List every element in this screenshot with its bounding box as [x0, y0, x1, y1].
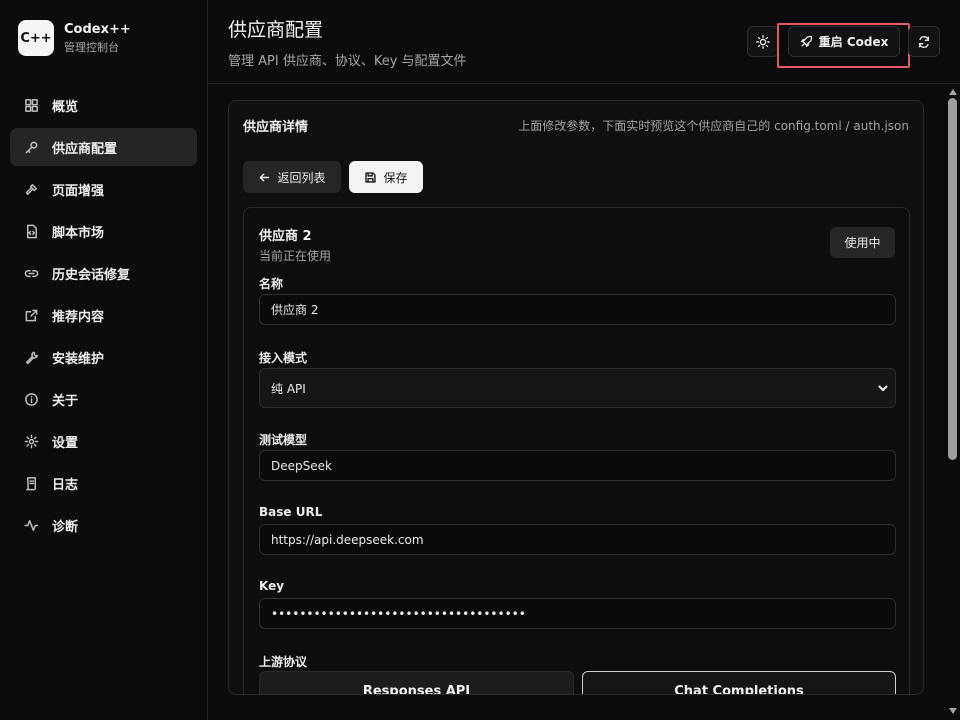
rocket-icon	[800, 35, 812, 48]
provider-title: 供应商 2	[259, 229, 312, 244]
file-code-icon	[27, 224, 37, 238]
provider-subtitle: 当前正在使用	[259, 249, 332, 263]
sidebar-item-overview[interactable]: 概览	[10, 86, 197, 124]
sidebar-nav: 概览 供应商配置 页面增强 脚本市场 历史会话修复 推荐内容 安装维护 关于 设…	[10, 86, 197, 548]
save-button[interactable]: 保存	[349, 161, 423, 193]
hammer-icon	[25, 183, 37, 195]
sidebar-item-page-enhance[interactable]: 页面增强	[10, 170, 197, 208]
sidebar-item-diagnostics[interactable]: 诊断	[10, 506, 197, 544]
wrench-icon	[25, 351, 39, 364]
sidebar-item-history-repair[interactable]: 历史会话修复	[10, 254, 197, 292]
sidebar-item-label: 历史会话修复	[52, 267, 131, 283]
test-model-input[interactable]: DeepSeek	[259, 450, 896, 481]
save-label: 保存	[383, 170, 408, 185]
sidebar-item-logs[interactable]: 日志	[10, 464, 197, 502]
gear-icon	[24, 434, 39, 448]
scroll-down-arrow[interactable]	[949, 708, 957, 714]
main-content: 供应商详情 上面修改参数，下面实时预览这个供应商自己的 config.toml …	[208, 84, 960, 720]
sidebar-item-about[interactable]: 关于	[10, 380, 197, 418]
restart-codex-label: 重启 Codex	[818, 35, 889, 49]
arrow-left-icon	[260, 173, 270, 181]
back-to-list-label: 返回列表	[277, 170, 326, 185]
protocol-label: 上游协议	[259, 655, 308, 669]
panel-title: 供应商详情	[243, 120, 309, 135]
external-link-icon	[25, 309, 38, 321]
provider-card: 供应商 2 当前正在使用 使用中 名称 供应商 2 接入模式 纯 API 测试模…	[243, 207, 910, 694]
sidebar-item-label: 设置	[52, 435, 79, 451]
sidebar-item-label: 脚本市场	[52, 225, 105, 241]
restart-codex-button[interactable]: 重启 Codex	[788, 26, 900, 57]
provider-detail-panel: 供应商详情 上面修改参数，下面实时预览这个供应商自己的 config.toml …	[228, 100, 924, 695]
page-title: 供应商配置	[228, 19, 324, 41]
sidebar-item-label: 安装维护	[52, 351, 105, 367]
panel-hint: 上面修改参数，下面实时预览这个供应商自己的 config.toml / auth…	[518, 119, 909, 133]
sidebar-item-settings[interactable]: 设置	[10, 422, 197, 460]
sidebar-item-recommended[interactable]: 推荐内容	[10, 296, 197, 334]
info-icon	[25, 392, 38, 406]
page-header: 供应商配置 管理 API 供应商、协议、Key 与配置文件 重启 Codex	[208, 0, 960, 84]
link-icon	[24, 269, 39, 277]
mode-select[interactable]: 纯 API	[259, 368, 896, 408]
key-icon	[25, 141, 38, 153]
scrollbar[interactable]	[946, 84, 960, 720]
theme-toggle-button[interactable]	[747, 26, 779, 57]
mode-select-value: 纯 API	[271, 381, 306, 396]
scroll-up-arrow[interactable]	[949, 89, 957, 95]
base-url-label: Base URL	[259, 505, 323, 519]
app-logo: C++	[18, 20, 54, 56]
sidebar-item-label: 诊断	[52, 519, 79, 535]
save-icon	[365, 171, 377, 183]
back-to-list-button[interactable]: 返回列表	[243, 161, 341, 193]
sidebar-item-label: 供应商配置	[52, 141, 118, 157]
brand: C++ Codex++ 管理控制台	[18, 20, 131, 56]
responses-api-button[interactable]: Responses API	[259, 671, 574, 694]
scroll-icon	[26, 476, 36, 490]
name-input[interactable]: 供应商 2	[259, 294, 896, 325]
activity-icon	[24, 519, 39, 531]
sidebar-item-label: 日志	[52, 477, 79, 493]
sidebar-item-script-market[interactable]: 脚本市场	[10, 212, 197, 250]
sidebar-item-provider-config[interactable]: 供应商配置	[10, 128, 197, 166]
sidebar-item-install-maintain[interactable]: 安装维护	[10, 338, 197, 376]
sidebar-item-label: 推荐内容	[52, 309, 105, 325]
sun-icon	[756, 34, 770, 49]
key-label: Key	[259, 579, 285, 593]
app-name: Codex++	[64, 21, 131, 37]
grid-icon	[25, 98, 38, 112]
sidebar-item-label: 概览	[52, 99, 79, 115]
scrollbar-thumb[interactable]	[948, 98, 957, 460]
mode-label: 接入模式	[259, 351, 308, 365]
refresh-button[interactable]	[908, 26, 940, 57]
chevron-down-icon	[878, 385, 888, 392]
sidebar-item-label: 页面增强	[52, 183, 105, 199]
page-subtitle: 管理 API 供应商、协议、Key 与配置文件	[228, 54, 467, 69]
sidebar: C++ Codex++ 管理控制台 概览 供应商配置 页面增强 脚本市场 历史会…	[0, 0, 208, 720]
sidebar-item-label: 关于	[52, 393, 79, 409]
in-use-badge: 使用中	[830, 227, 895, 258]
test-model-label: 测试模型	[259, 433, 308, 447]
base-url-input[interactable]: https://api.deepseek.com	[259, 524, 896, 555]
refresh-icon	[918, 35, 930, 48]
app-subtitle: 管理控制台	[64, 40, 119, 54]
chat-completions-button[interactable]: Chat Completions	[582, 671, 896, 694]
key-input[interactable]: ••••••••••••••••••••••••••••••••••••	[259, 598, 896, 629]
name-label: 名称	[259, 277, 284, 291]
